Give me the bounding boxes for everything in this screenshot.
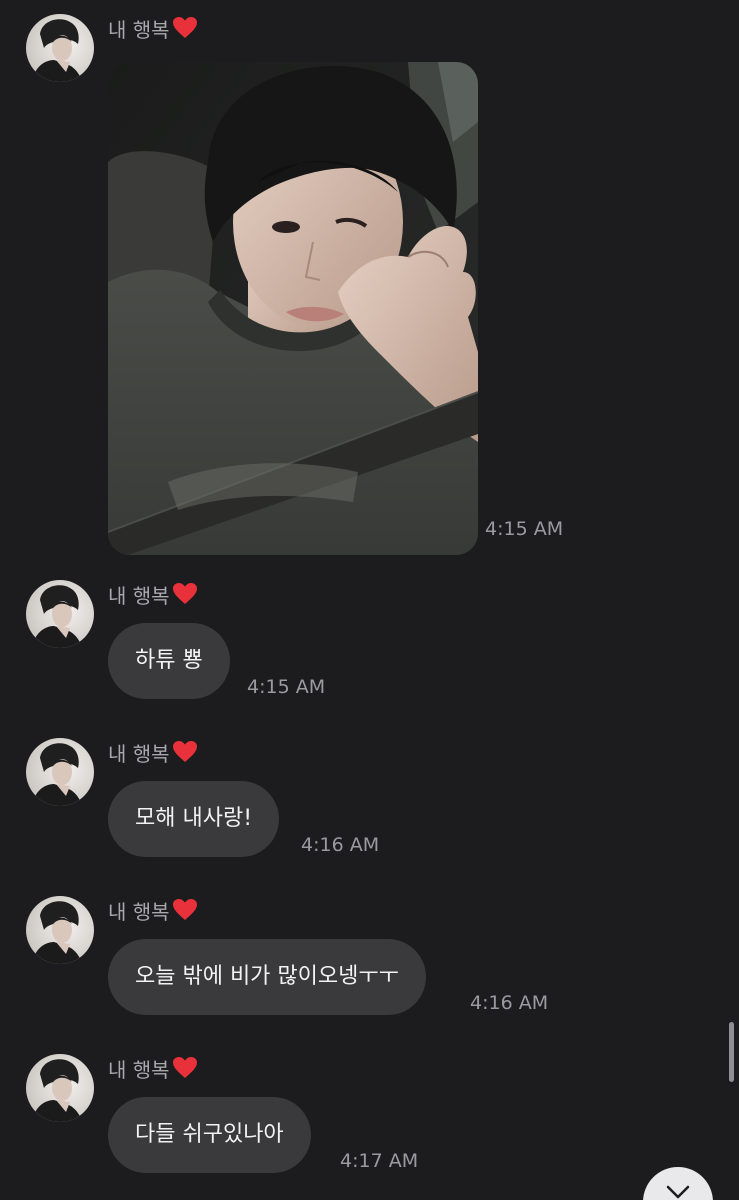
sender-name: 내 행복 (108, 740, 198, 770)
heart-icon (172, 898, 198, 928)
message-group: 내 행복 다들 쉬구있나아 4:17 AM (0, 1054, 739, 1184)
sender-name: 내 행복 (108, 1056, 198, 1086)
avatar[interactable] (26, 14, 94, 82)
heart-icon (172, 16, 198, 46)
avatar[interactable] (26, 896, 94, 964)
avatar[interactable] (26, 1054, 94, 1122)
message-bubble[interactable]: 오늘 밖에 비가 많이오넹ㅜㅜ (108, 939, 426, 1015)
chat-window: 내 행복 4:15 AM 내 행복 하튜 뿅 4:15 AM 내 행복 모해 내… (0, 0, 739, 1200)
message-time: 4:15 AM (485, 518, 564, 540)
message-group: 내 행복 4:15 AM (0, 14, 739, 559)
photo-message[interactable] (108, 62, 478, 555)
sender-name-label: 내 행복 (108, 18, 170, 42)
chevron-down-icon (666, 1185, 690, 1199)
sender-name: 내 행복 (108, 582, 198, 612)
message-time: 4:17 AM (340, 1150, 419, 1172)
message-bubble[interactable]: 모해 내사랑! (108, 781, 280, 857)
sender-name-label: 내 행복 (108, 742, 170, 766)
scrollbar[interactable] (729, 1022, 734, 1082)
message-group: 내 행복 하튜 뿅 4:15 AM (0, 580, 739, 710)
avatar[interactable] (26, 738, 94, 806)
sender-name-label: 내 행복 (108, 1058, 170, 1082)
message-group: 내 행복 오늘 밖에 비가 많이오넹ㅜㅜ 4:16 AM (0, 896, 739, 1026)
sender-name-label: 내 행복 (108, 900, 170, 924)
message-time: 4:16 AM (470, 992, 549, 1014)
message-bubble[interactable]: 하튜 뿅 (108, 623, 230, 699)
heart-icon (172, 1056, 198, 1086)
message-time: 4:16 AM (301, 834, 380, 856)
message-bubble[interactable]: 다들 쉬구있나아 (108, 1097, 311, 1173)
message-group: 내 행복 모해 내사랑! 4:16 AM (0, 738, 739, 868)
message-time: 4:15 AM (247, 676, 326, 698)
avatar[interactable] (26, 580, 94, 648)
sender-name: 내 행복 (108, 16, 198, 46)
sender-name-label: 내 행복 (108, 584, 170, 608)
heart-icon (172, 740, 198, 770)
heart-icon (172, 582, 198, 612)
sender-name: 내 행복 (108, 898, 198, 928)
